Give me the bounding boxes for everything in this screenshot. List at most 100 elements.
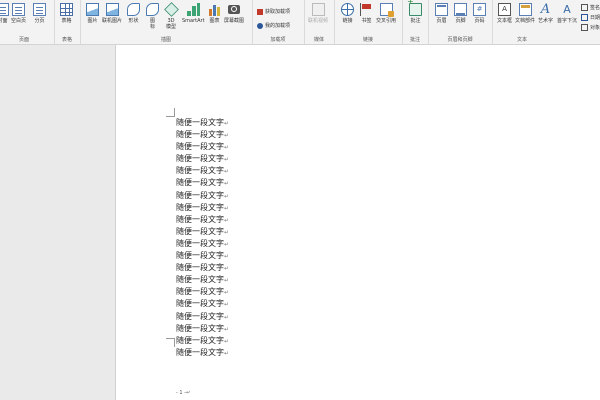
- group-pages: 封面 空白页 分页 页面: [0, 0, 55, 44]
- group-links: 链接 书签 交叉引用 链接: [334, 0, 403, 44]
- paragraph-mark: ↵: [224, 349, 230, 357]
- footer-button[interactable]: 页脚: [454, 3, 467, 24]
- paragraph-line[interactable]: 随便一段文字↵: [176, 153, 229, 165]
- group-label-text: 文本: [516, 37, 527, 43]
- bookmark-button[interactable]: 书签: [360, 3, 373, 24]
- shape-icon: [127, 3, 140, 16]
- paragraph-line[interactable]: 随便一段文字↵: [176, 250, 229, 262]
- paragraph-text: 随便一段文字: [176, 311, 224, 321]
- paragraph-line[interactable]: 随便一段文字↵: [176, 226, 229, 238]
- paragraph-mark: ↵: [224, 265, 230, 273]
- paragraph-mark: ↵: [224, 313, 230, 321]
- globe-link-icon: [341, 3, 354, 16]
- page-break-button[interactable]: 分页: [33, 3, 46, 24]
- online-picture-button[interactable]: 联机图片: [102, 3, 122, 24]
- paragraph-line[interactable]: 随便一段文字↵: [176, 311, 229, 323]
- chart-icon: [208, 3, 221, 16]
- paragraph-text: 随便一段文字: [176, 275, 224, 285]
- paragraph-text: 随便一段文字: [176, 154, 224, 164]
- icons-button[interactable]: 图标: [146, 3, 159, 30]
- paragraph-line[interactable]: 随便一段文字↵: [176, 286, 229, 298]
- paragraph-text: 随便一段文字: [176, 287, 224, 297]
- paragraph-text: 随便一段文字: [176, 166, 224, 176]
- paragraph-text: 随便一段文字: [176, 226, 224, 236]
- comment-icon: [407, 0, 422, 16]
- chart-button[interactable]: 图表: [208, 3, 221, 24]
- paragraph-line[interactable]: 随便一段文字↵: [176, 347, 229, 359]
- signature-line-button[interactable]: 签名: [581, 4, 600, 11]
- group-text: A 文本框 文档部件 A 艺术字 A 首字下沉 签名 日期 对象 文本: [492, 0, 600, 44]
- group-tables: 表格 表格: [54, 0, 81, 44]
- group-comments: 批注 批注: [402, 0, 429, 44]
- footer-icon: [454, 3, 467, 16]
- margin-mark-top-left: [166, 108, 175, 117]
- signature-icon: [581, 4, 588, 11]
- cover-page-icon: [0, 3, 9, 16]
- picture-button[interactable]: 图片: [86, 3, 99, 24]
- document-body[interactable]: 随便一段文字↵ 随便一段文字↵ 随便一段文字↵ 随便一段文字↵ 随便一段文字↵ 随便一段文…: [176, 117, 229, 359]
- paragraph-mark: ↵: [224, 301, 230, 309]
- screenshot-button[interactable]: 屏幕截图: [224, 3, 244, 24]
- comment-button[interactable]: 批注: [407, 0, 422, 24]
- drop-cap-button[interactable]: A 首字下沉: [557, 3, 577, 24]
- paragraph-mark: ↵: [224, 228, 230, 236]
- paragraph-mark: ↵: [224, 204, 230, 212]
- get-addins-button[interactable]: 获取加载项: [257, 8, 290, 15]
- paragraph-line[interactable]: 随便一段文字↵: [176, 177, 229, 189]
- paragraph-line[interactable]: 随便一段文字↵: [176, 274, 229, 286]
- group-label-tables: 表格: [61, 37, 72, 43]
- paragraph-line[interactable]: 随便一段文字↵: [176, 202, 229, 214]
- object-icon: [581, 24, 588, 31]
- paragraph-text: 随便一段文字: [176, 323, 224, 333]
- group-illustrations: 图片 联机图片 形状 图标 3D模型 SmartArt 图表 屏幕截图 插图: [80, 0, 253, 44]
- group-label-addins: 加载项: [270, 37, 286, 43]
- blank-page-button[interactable]: 空白页: [11, 3, 26, 24]
- cross-reference-button[interactable]: 交叉引用: [376, 3, 396, 24]
- table-button[interactable]: 表格: [60, 3, 73, 24]
- paragraph-line[interactable]: 随便一段文字↵: [176, 298, 229, 310]
- text-box-icon: A: [498, 3, 511, 16]
- shape-button[interactable]: 形状: [127, 3, 140, 24]
- paragraph-mark: ↵: [224, 253, 230, 261]
- table-icon: [60, 3, 73, 16]
- paragraph-mark: ↵: [224, 156, 230, 164]
- cover-page-button[interactable]: 封面: [0, 3, 9, 24]
- store-icon: [257, 8, 263, 15]
- my-addins-button[interactable]: 我的加载项: [257, 22, 290, 29]
- group-addins: 获取加载项 我的加载项 加载项: [252, 0, 305, 44]
- paragraph-line[interactable]: 随便一段文字↵: [176, 129, 229, 141]
- group-label-media: 媒体: [313, 37, 324, 43]
- header-button[interactable]: 页眉: [435, 3, 448, 24]
- group-label-pages: 页面: [18, 37, 29, 43]
- paragraph-line[interactable]: 随便一段文字↵: [176, 238, 229, 250]
- paragraph-text: 随便一段文字: [176, 178, 224, 188]
- cross-reference-icon: [379, 3, 394, 17]
- group-label-header-footer: 页眉和页脚: [447, 37, 473, 43]
- text-box-button[interactable]: A 文本框: [497, 3, 512, 24]
- paragraph-line[interactable]: 随便一段文字↵: [176, 190, 229, 202]
- paragraph-mark: ↵: [224, 180, 230, 188]
- quick-parts-button[interactable]: 文档部件: [515, 3, 535, 24]
- paragraph-line[interactable]: 随便一段文字↵: [176, 323, 229, 335]
- link-button[interactable]: 链接: [341, 3, 354, 24]
- date-time-button[interactable]: 日期: [581, 14, 600, 21]
- page-number-button[interactable]: # 页码: [473, 3, 486, 24]
- paragraph-line[interactable]: 随便一段文字↵: [176, 335, 229, 347]
- paragraph-text: 随便一段文字: [176, 142, 224, 152]
- online-video-button[interactable]: 联机视频: [308, 3, 328, 24]
- group-label-links: 链接: [362, 37, 373, 43]
- smartart-button[interactable]: SmartArt: [182, 3, 205, 24]
- 3d-model-icon: [163, 2, 179, 17]
- paragraph-line[interactable]: 随便一段文字↵: [176, 262, 229, 274]
- margin-mark-bottom-left: [166, 338, 175, 347]
- paragraph-line[interactable]: 随便一段文字↵: [176, 141, 229, 153]
- object-button[interactable]: 对象: [581, 24, 600, 31]
- smartart-icon: [186, 3, 200, 16]
- paragraph-line[interactable]: 随便一段文字↵: [176, 117, 229, 129]
- wordart-button[interactable]: A 艺术字: [538, 3, 553, 24]
- paragraph-mark: ↵: [224, 337, 230, 345]
- paragraph-line[interactable]: 随便一段文字↵: [176, 165, 229, 177]
- page-number-icon: #: [473, 3, 486, 16]
- paragraph-line[interactable]: 随便一段文字↵: [176, 214, 229, 226]
- 3d-model-button[interactable]: 3D模型: [163, 2, 179, 30]
